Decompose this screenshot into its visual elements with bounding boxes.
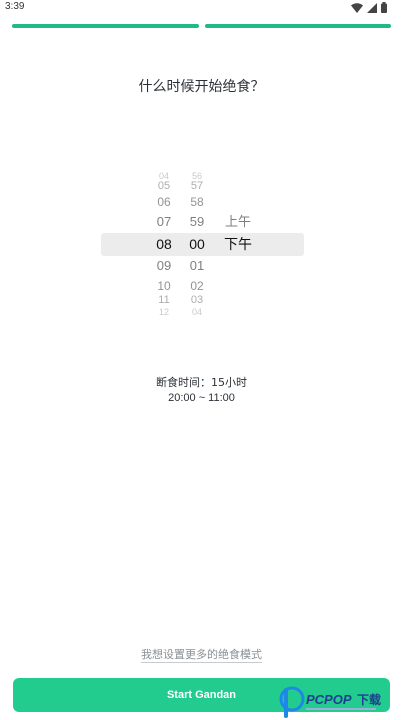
minute-option[interactable]: 59 bbox=[183, 214, 211, 230]
minute-option[interactable]: 04 bbox=[183, 307, 211, 318]
minute-option[interactable]: 02 bbox=[183, 279, 211, 293]
hour-option[interactable]: 10 bbox=[150, 279, 178, 293]
fasting-summary: 断食时间：15小时 20:00 ~ 11:00 bbox=[0, 375, 403, 406]
minute-option[interactable]: 57 bbox=[183, 180, 211, 193]
hour-option[interactable]: 12 bbox=[150, 307, 178, 318]
minute-wheel[interactable]: 56 57 58 59 00 01 02 03 04 bbox=[183, 171, 211, 318]
ampm-option[interactable]: 上午 bbox=[218, 214, 258, 230]
onboarding-progress bbox=[12, 24, 391, 28]
hour-option[interactable]: 06 bbox=[150, 195, 178, 209]
hour-option[interactable]: 05 bbox=[150, 180, 178, 193]
progress-segment bbox=[12, 24, 199, 28]
minute-option[interactable]: 58 bbox=[183, 195, 211, 209]
hour-option[interactable]: 07 bbox=[150, 214, 178, 230]
battery-icon bbox=[381, 2, 387, 13]
status-time: 3:39 bbox=[5, 1, 25, 12]
start-time-picker[interactable]: 04 05 06 07 08 09 10 11 12 56 57 58 59 00 01 02 03 04 上午… bbox=[0, 171, 403, 318]
cellular-signal-icon bbox=[367, 2, 377, 13]
progress-segment bbox=[204, 24, 391, 28]
ampm-selected[interactable]: 下午 bbox=[218, 236, 258, 253]
wifi-icon bbox=[351, 2, 363, 13]
fasting-duration: 断食时间：15小时 bbox=[156, 376, 247, 389]
svg-text:下载: 下载 bbox=[357, 692, 381, 707]
minute-selected[interactable]: 00 bbox=[183, 236, 211, 253]
pcpop-watermark-logo: PCPOP 下载 bbox=[279, 686, 381, 718]
status-icons bbox=[351, 2, 387, 13]
hour-wheel[interactable]: 04 05 06 07 08 09 10 11 12 bbox=[150, 171, 178, 318]
fasting-time-range: 20:00 ~ 11:00 bbox=[168, 392, 235, 404]
svg-text:PCPOP: PCPOP bbox=[306, 692, 352, 707]
ampm-wheel[interactable]: 上午 下午 bbox=[218, 172, 258, 316]
minute-option[interactable]: 01 bbox=[183, 258, 211, 274]
status-bar: 3:39 bbox=[0, 0, 403, 16]
hour-option[interactable]: 09 bbox=[150, 258, 178, 274]
hour-selected[interactable]: 08 bbox=[150, 236, 178, 253]
more-modes-link[interactable]: 我想设置更多的绝食模式 bbox=[141, 648, 262, 663]
more-modes-link-container: 我想设置更多的绝食模式 bbox=[0, 646, 403, 663]
page-title: 什么时候开始绝食？ bbox=[138, 79, 265, 95]
